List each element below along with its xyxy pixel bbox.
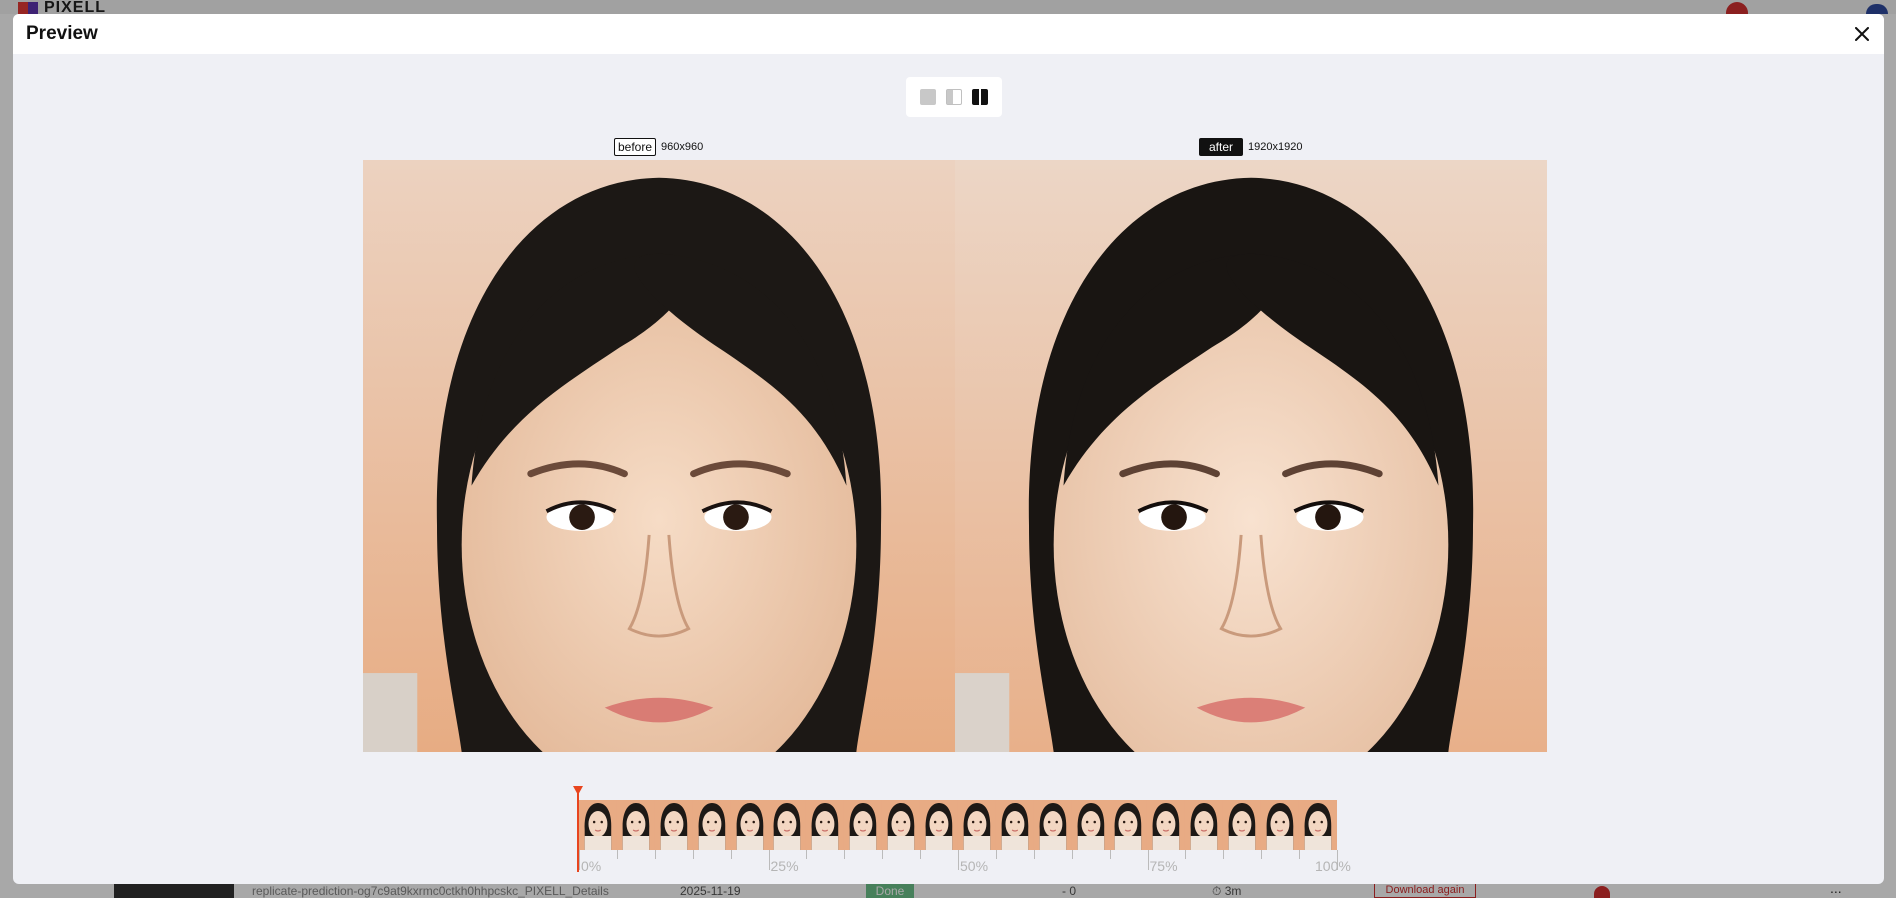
ruler-tick bbox=[1299, 850, 1301, 859]
playhead-handle[interactable] bbox=[573, 786, 583, 795]
ruler-tick bbox=[882, 850, 884, 859]
after-label: after 1920x1920 bbox=[1199, 138, 1302, 156]
ruler-tick bbox=[958, 850, 959, 870]
filmstrip-frame[interactable] bbox=[882, 800, 921, 850]
filmstrip-frame[interactable] bbox=[995, 800, 1034, 850]
ruler-tick bbox=[1261, 850, 1263, 859]
ruler-label: 100% bbox=[1315, 858, 1351, 874]
filmstrip-frame[interactable] bbox=[692, 800, 731, 850]
ruler-tick bbox=[654, 850, 656, 859]
ruler-tick bbox=[995, 850, 997, 859]
ruler-tick bbox=[1109, 850, 1111, 859]
ruler-tick bbox=[1147, 850, 1149, 870]
filmstrip-frame[interactable] bbox=[768, 800, 807, 850]
preview-modal: Preview before 960x960 after 1920x1920 0… bbox=[13, 14, 1884, 884]
after-image bbox=[955, 160, 1547, 752]
after-portrait bbox=[955, 160, 1547, 752]
before-tag: before bbox=[614, 138, 657, 156]
ruler-tick bbox=[1071, 850, 1073, 859]
ruler-label: 75% bbox=[1149, 858, 1178, 874]
filmstrip-frame[interactable] bbox=[730, 800, 769, 850]
filmstrip-frame[interactable] bbox=[1185, 800, 1224, 850]
timeline-scrubber[interactable]: 0% 25% 50% 75% 100% bbox=[573, 786, 1351, 876]
close-icon bbox=[1855, 27, 1869, 41]
filmstrip-frame[interactable] bbox=[1147, 800, 1186, 850]
filmstrip-frame[interactable] bbox=[654, 800, 693, 850]
before-image bbox=[363, 160, 955, 752]
ruler-tick bbox=[1033, 850, 1035, 859]
filmstrip-frame[interactable] bbox=[1223, 800, 1262, 850]
before-label: before 960x960 bbox=[614, 138, 703, 156]
after-resolution: 1920x1920 bbox=[1248, 141, 1303, 153]
close-button[interactable] bbox=[1848, 20, 1876, 48]
ruler-tick bbox=[616, 850, 618, 859]
ruler-tick bbox=[730, 850, 732, 859]
filmstrip-frame[interactable] bbox=[1033, 800, 1072, 850]
filmstrip-frame[interactable] bbox=[920, 800, 958, 850]
filmstrip-frame[interactable] bbox=[957, 800, 996, 850]
playhead-line bbox=[577, 792, 579, 872]
filmstrip-frame[interactable] bbox=[1261, 800, 1299, 850]
page-title: Preview bbox=[26, 23, 98, 44]
view-mode-toggle bbox=[906, 77, 1002, 117]
ruler-tick bbox=[1223, 850, 1225, 859]
filmstrip-frame[interactable] bbox=[1109, 800, 1148, 850]
slider-view-icon[interactable] bbox=[946, 89, 962, 105]
filmstrip[interactable] bbox=[579, 800, 1337, 850]
timeline-ruler: 0% 25% 50% 75% 100% bbox=[579, 850, 1351, 876]
side-by-side-icon[interactable] bbox=[972, 89, 988, 105]
filmstrip-frame[interactable] bbox=[806, 800, 845, 850]
modal-header: Preview bbox=[13, 14, 1884, 54]
after-tag: after bbox=[1199, 138, 1244, 156]
filmstrip-frame[interactable] bbox=[616, 800, 655, 850]
ruler-tick bbox=[692, 850, 694, 859]
before-portrait bbox=[363, 160, 955, 752]
filmstrip-frame[interactable] bbox=[844, 800, 883, 850]
ruler-tick bbox=[920, 850, 922, 859]
filmstrip-frame[interactable] bbox=[1071, 800, 1110, 850]
ruler-tick bbox=[768, 850, 770, 870]
before-resolution: 960x960 bbox=[661, 141, 704, 153]
ruler-tick bbox=[844, 850, 846, 859]
ruler-tick bbox=[806, 850, 808, 859]
filmstrip-frame[interactable] bbox=[579, 800, 617, 850]
filmstrip-frame[interactable] bbox=[1298, 800, 1337, 850]
single-view-icon[interactable] bbox=[920, 89, 936, 105]
ruler-label: 25% bbox=[770, 858, 799, 874]
ruler-tick bbox=[579, 850, 580, 870]
ruler-label: 50% bbox=[960, 858, 989, 874]
ruler-label: 0% bbox=[581, 858, 602, 874]
ruler-tick bbox=[1185, 850, 1187, 859]
